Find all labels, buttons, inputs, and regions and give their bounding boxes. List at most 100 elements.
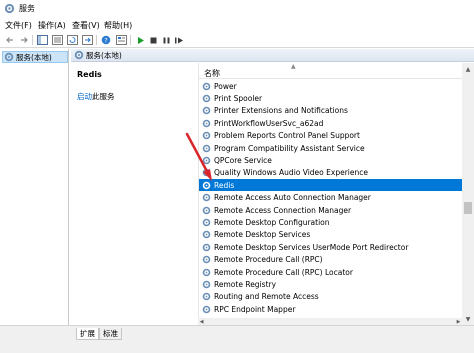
list-item-label: Program Compatibility Assistant Service xyxy=(214,143,365,153)
list-item[interactable]: Remote Desktop Services xyxy=(199,229,462,241)
list-item-label: Quality Windows Audio Video Experience xyxy=(214,168,368,178)
list-item[interactable]: Problem Reports Control Panel Support xyxy=(199,130,462,142)
list-item-label: RPC Endpoint Mapper xyxy=(214,304,296,314)
list-item[interactable]: RPC Endpoint Mapper xyxy=(199,303,462,315)
service-gear-icon xyxy=(202,292,211,301)
service-gear-icon xyxy=(202,193,211,202)
stop-service-icon[interactable] xyxy=(147,34,159,46)
console-tree-icon[interactable] xyxy=(36,34,48,46)
service-gear-icon xyxy=(202,305,211,313)
start-service-line: 启动此服务 xyxy=(77,91,115,102)
properties-icon[interactable] xyxy=(115,34,127,46)
list-item[interactable]: Power xyxy=(199,80,462,92)
service-detail-pane: Redis 启动此服务 xyxy=(71,63,196,325)
forward-arrow-icon[interactable] xyxy=(18,34,30,46)
list-item-label: Routing and Remote Access xyxy=(214,292,319,302)
horizontal-scrollbar[interactable]: ◀ ▶ xyxy=(198,318,462,325)
list-item-label: QPCore Service xyxy=(214,155,272,165)
list-item-label: Problem Reports Control Panel Support xyxy=(214,131,360,141)
service-gear-icon xyxy=(202,218,211,227)
services-gear-icon xyxy=(4,3,15,14)
selected-service-name: Redis xyxy=(77,70,102,79)
column-header-label: 名称 xyxy=(204,69,220,78)
list-item-label: Remote Access Auto Connection Manager xyxy=(214,193,371,203)
scroll-left-arrow-icon[interactable]: ◀ xyxy=(198,318,205,325)
menu-bar: 文件(F) 操作(A) 查看(V) 帮助(H) xyxy=(0,17,474,32)
menu-file[interactable]: 文件(F) xyxy=(5,20,32,31)
service-gear-icon xyxy=(202,181,211,189)
list-view-icon[interactable] xyxy=(51,34,63,46)
toolbar: ? xyxy=(0,32,474,48)
tab-standard[interactable]: 标准 xyxy=(99,328,122,340)
toolbar-separator xyxy=(96,35,97,45)
scrollbar-thumb[interactable] xyxy=(464,202,472,214)
list-item[interactable]: Remote Registry xyxy=(199,278,462,290)
console-tree: 服务(本地) xyxy=(0,49,69,325)
column-header-name[interactable]: ▲ 名称 xyxy=(199,63,462,79)
list-item[interactable]: Remote Desktop Services UserMode Port Re… xyxy=(199,241,462,253)
list-item-label: Remote Procedure Call (RPC) Locator xyxy=(214,267,353,277)
list-item[interactable]: Remote Desktop Configuration xyxy=(199,216,462,228)
scroll-down-arrow-icon[interactable]: ▼ xyxy=(462,313,474,325)
tree-item-label: 服务(本地) xyxy=(16,52,52,62)
vertical-scrollbar[interactable]: ▲ ▼ xyxy=(462,63,474,325)
tree-item-local-services[interactable]: 服务(本地) xyxy=(2,51,68,63)
services-gear-icon xyxy=(74,50,84,60)
export-list-icon[interactable] xyxy=(81,34,93,46)
list-item-label: Redis xyxy=(214,180,235,190)
service-gear-icon xyxy=(202,144,211,152)
view-tabs-bar: 扩展 标准 xyxy=(0,325,474,353)
list-item[interactable]: Program Compatibility Assistant Service xyxy=(199,142,462,154)
back-arrow-icon[interactable] xyxy=(4,34,16,46)
service-gear-icon xyxy=(202,268,211,276)
list-item-label: Remote Access Connection Manager xyxy=(214,205,352,215)
service-gear-icon xyxy=(202,156,211,165)
service-gear-icon xyxy=(202,94,211,103)
tab-extended[interactable]: 扩展 xyxy=(76,328,99,340)
list-item-label: Remote Registry xyxy=(214,279,277,289)
service-gear-icon xyxy=(202,206,211,214)
pause-service-icon[interactable] xyxy=(160,34,172,46)
list-item[interactable]: Printer Extensions and Notifications xyxy=(199,105,462,117)
start-service-suffix: 此服务 xyxy=(92,92,115,101)
service-gear-icon xyxy=(202,230,211,239)
toolbar-separator xyxy=(32,35,33,45)
list-item-label: Power xyxy=(214,81,237,91)
toolbar-separator xyxy=(130,35,131,45)
services-gear-icon xyxy=(4,52,14,62)
sort-ascending-icon: ▲ xyxy=(291,63,296,70)
menu-view[interactable]: 查看(V) xyxy=(72,20,100,31)
list-item[interactable]: Remote Access Connection Manager xyxy=(199,204,462,216)
window-title: 服务 xyxy=(19,4,35,13)
restart-service-icon[interactable] xyxy=(173,34,185,46)
service-gear-icon xyxy=(202,280,211,289)
list-item[interactable]: QPCore Service xyxy=(199,154,462,166)
list-item[interactable]: Quality Windows Audio Video Experience xyxy=(199,167,462,179)
menu-action[interactable]: 操作(A) xyxy=(38,20,66,31)
refresh-icon[interactable] xyxy=(66,34,78,46)
service-gear-icon xyxy=(202,119,211,127)
start-service-link[interactable]: 启动 xyxy=(77,92,92,101)
menu-help[interactable]: 帮助(H) xyxy=(104,20,132,31)
start-service-icon[interactable] xyxy=(134,34,146,46)
list-item[interactable]: Remote Procedure Call (RPC) Locator xyxy=(199,266,462,278)
list-item[interactable]: Remote Access Auto Connection Manager xyxy=(199,192,462,204)
service-gear-icon xyxy=(202,243,211,251)
services-list: ▲ 名称 Power Print Spooler Printer Extension… xyxy=(198,63,462,325)
service-gear-icon xyxy=(202,106,211,115)
list-item[interactable]: Remote Procedure Call (RPC) xyxy=(199,254,462,266)
scroll-up-arrow-icon[interactable]: ▲ xyxy=(462,63,474,75)
help-icon[interactable]: ? xyxy=(100,34,112,46)
list-item[interactable]: Routing and Remote Access xyxy=(199,291,462,303)
list-item-label: Print Spooler xyxy=(214,93,263,103)
panel-header: 服务(本地) xyxy=(71,49,474,62)
title-bar: 服务 xyxy=(0,0,474,17)
list-item-label: Remote Desktop Services xyxy=(214,230,311,240)
list-item-label: Printer Extensions and Notifications xyxy=(214,106,348,116)
list-item[interactable]: Redis xyxy=(199,179,462,192)
list-item[interactable]: PrintWorkflowUserSvc_a62ad xyxy=(199,117,462,129)
panel-header-label: 服务(本地) xyxy=(86,50,122,60)
list-item[interactable]: Print Spooler xyxy=(199,92,462,104)
scroll-right-arrow-icon[interactable]: ▶ xyxy=(455,318,462,325)
list-item-label: Remote Procedure Call (RPC) xyxy=(214,255,323,265)
